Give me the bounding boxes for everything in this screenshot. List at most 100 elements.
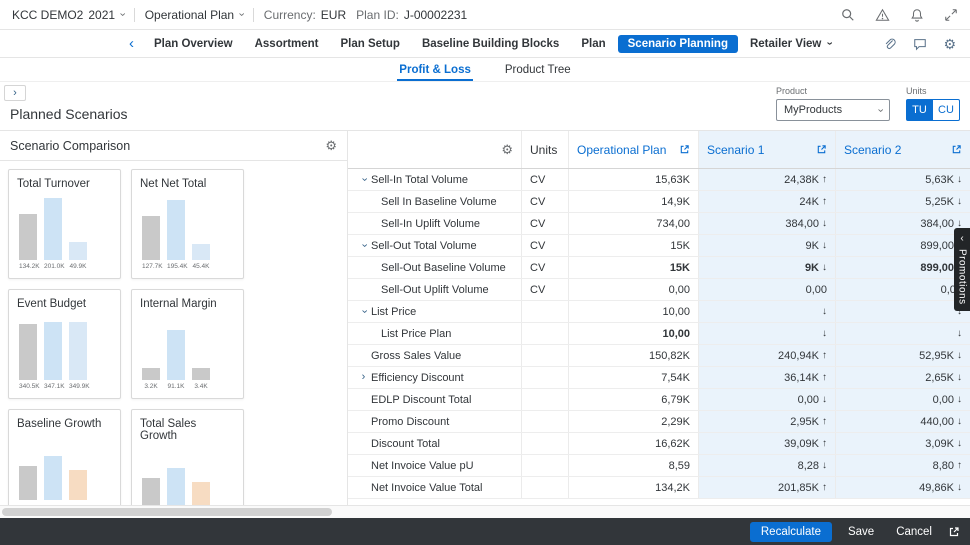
- open-in-new-icon: [679, 144, 690, 155]
- chevron-right-icon[interactable]: ›: [356, 372, 371, 383]
- row-label-cell: ›Sell-Out Total Volume: [348, 235, 521, 256]
- value: 3,09K: [925, 438, 954, 450]
- table-row-discount-total[interactable]: Discount Total16,62K39,09K↑3,09K↓: [348, 433, 970, 455]
- table-row-sell-in-uplift-volume[interactable]: Sell-In Uplift VolumeCV734,00384,00↓384,…: [348, 213, 970, 235]
- kpi-tile-baseline-growth[interactable]: Baseline Growth: [8, 409, 121, 505]
- settings-gear-icon[interactable]: ⚙: [943, 37, 956, 51]
- table-row-net-invoice-value-pu[interactable]: Net Invoice Value pU8,598,28↓8,80↑: [348, 455, 970, 477]
- kpi-tile-net-net-total[interactable]: Net Net Total127.7K195.4K45.4K: [131, 169, 244, 279]
- kpi-tile-internal-margin[interactable]: Internal Margin3.2K91.1K3.4K: [131, 289, 244, 399]
- tab-plan-overview[interactable]: Plan Overview: [144, 35, 243, 53]
- table-row-promo-discount[interactable]: Promo Discount2,29K2,95K↑440,00↓: [348, 411, 970, 433]
- save-button[interactable]: Save: [842, 522, 880, 542]
- comment-icon[interactable]: [913, 37, 927, 51]
- exit-fullscreen-icon[interactable]: [944, 8, 958, 22]
- units-tu-button[interactable]: TU: [906, 99, 933, 121]
- cell-units: [521, 345, 568, 366]
- trend-up-icon: ↑: [822, 482, 827, 493]
- trend-down-icon: ↓: [822, 262, 827, 273]
- cell-scenario-2: 384,00↓: [835, 213, 970, 234]
- table-row-gross-sales-value[interactable]: Gross Sales Value150,82K240,94K↑52,95K↓: [348, 345, 970, 367]
- cell-units: [521, 433, 568, 454]
- value: 0,00: [806, 284, 827, 296]
- value: 15K: [670, 240, 690, 252]
- search-icon[interactable]: [841, 8, 855, 22]
- table-row-net-invoice-value-total[interactable]: Net Invoice Value Total134,2K201,85K↑49,…: [348, 477, 970, 499]
- value: 10,00: [662, 328, 690, 340]
- cell-scenario-1: ↓: [698, 301, 835, 322]
- table-row-sell-out-baseline-volume[interactable]: Sell-Out Baseline VolumeCV15K9K↓899,00↓: [348, 257, 970, 279]
- kpi-tile-total-turnover[interactable]: Total Turnover134.2K201.0K49.9K: [8, 169, 121, 279]
- table-row-efficiency-discount[interactable]: ›Efficiency Discount7,54K36,14K↑2,65K↓: [348, 367, 970, 389]
- value: 2,29K: [661, 416, 690, 428]
- trend-down-icon: ↓: [822, 240, 827, 251]
- view-selector[interactable]: Operational Plan ›: [145, 8, 243, 22]
- tile-bar-chart: [17, 318, 112, 380]
- cell-operational-plan: 16,62K: [568, 433, 698, 454]
- cell-operational-plan: 8,59: [568, 455, 698, 476]
- bell-icon[interactable]: [910, 8, 924, 22]
- subtab-profit-loss[interactable]: Profit & Loss: [397, 64, 473, 81]
- bar: [192, 482, 210, 505]
- toolbar-controls: Product MyProducts › Units TU CU: [776, 86, 960, 121]
- tab-label: Scenario Planning: [628, 38, 728, 50]
- trend-down-icon: ↓: [957, 438, 962, 449]
- table-row-sell-in-baseline-volume[interactable]: Sell In Baseline VolumeCV14,9K24K↑5,25K↓: [348, 191, 970, 213]
- tab-assortment[interactable]: Assortment: [245, 35, 329, 53]
- scrollbar-thumb[interactable]: [2, 508, 332, 516]
- kpi-tile-event-budget[interactable]: Event Budget340.5K347.1K349.9K: [8, 289, 121, 399]
- promotions-side-tab[interactable]: ‹ Promotions: [954, 228, 970, 311]
- row-label-cell: List Price Plan: [348, 323, 521, 344]
- main-content: Scenario Comparison ⚙ Total Turnover134.…: [0, 130, 970, 505]
- header-operational-plan[interactable]: Operational Plan: [568, 131, 698, 168]
- horizontal-scrollbar[interactable]: [0, 505, 970, 518]
- chevron-down-icon[interactable]: ›: [356, 306, 371, 317]
- tab-baseline-building-blocks[interactable]: Baseline Building Blocks: [412, 35, 569, 53]
- product-select[interactable]: MyProducts ›: [776, 99, 890, 121]
- currency-value: EUR: [321, 8, 346, 22]
- chevron-down-icon[interactable]: ›: [356, 174, 371, 185]
- table-row-sell-out-uplift-volume[interactable]: Sell-Out Uplift VolumeCV0,000,000,00: [348, 279, 970, 301]
- header-scenario-2[interactable]: Scenario 2: [835, 131, 970, 168]
- table-body: ›Sell-In Total VolumeCV15,63K24,38K↑5,63…: [348, 169, 970, 499]
- table-row-list-price[interactable]: ›List Price10,00↓↓: [348, 301, 970, 323]
- subtab-product-tree[interactable]: Product Tree: [503, 64, 573, 81]
- trend-down-icon: ↓: [822, 394, 827, 405]
- cell-scenario-1: 384,00↓: [698, 213, 835, 234]
- recalculate-button[interactable]: Recalculate: [750, 522, 832, 542]
- value: 899,00: [920, 262, 954, 274]
- trend-up-icon: ↑: [822, 416, 827, 427]
- value: 384,00: [920, 218, 954, 230]
- table-row-sell-out-total-volume[interactable]: ›Sell-Out Total VolumeCV15K9K↓899,00↓: [348, 235, 970, 257]
- bar-value: 349.9K: [69, 383, 87, 390]
- row-label-cell: Promo Discount: [348, 411, 521, 432]
- row-label-cell: Sell In Baseline Volume: [348, 191, 521, 212]
- header-scenario-1[interactable]: Scenario 1: [698, 131, 835, 168]
- alert-icon[interactable]: [875, 8, 890, 22]
- table-row-sell-in-total-volume[interactable]: ›Sell-In Total VolumeCV15,63K24,38K↑5,63…: [348, 169, 970, 191]
- back-icon[interactable]: ‹: [129, 36, 134, 51]
- row-label: Discount Total: [371, 438, 440, 450]
- tab-plan-setup[interactable]: Plan Setup: [331, 35, 410, 53]
- chevron-down-icon: ›: [116, 13, 127, 17]
- tiles: Total Turnover134.2K201.0K49.9KNet Net T…: [0, 161, 347, 505]
- app-title-selector[interactable]: KCC DEMO2 2021 ›: [12, 8, 124, 22]
- units-cu-button[interactable]: CU: [933, 99, 960, 121]
- open-in-new-icon[interactable]: [948, 526, 960, 538]
- attachment-icon[interactable]: [883, 37, 897, 51]
- kpi-tile-total-sales-growth[interactable]: Total Sales Growth: [131, 409, 244, 505]
- expand-panel-icon[interactable]: ›: [4, 85, 26, 101]
- cell-operational-plan: 10,00: [568, 301, 698, 322]
- tab-scenario-planning[interactable]: Scenario Planning: [618, 35, 738, 53]
- tab-retailer-view[interactable]: Retailer View›: [740, 35, 841, 53]
- cancel-button[interactable]: Cancel: [890, 522, 938, 542]
- comparison-settings-gear-icon[interactable]: ⚙: [325, 139, 337, 152]
- table-row-list-price-plan[interactable]: List Price Plan10,00↓↓: [348, 323, 970, 345]
- tab-plan[interactable]: Plan: [571, 35, 615, 53]
- row-label-cell: Gross Sales Value: [348, 345, 521, 366]
- value: 201,85K: [778, 482, 819, 494]
- chevron-down-icon[interactable]: ›: [356, 240, 371, 251]
- table-row-edlp-discount-total[interactable]: EDLP Discount Total6,79K0,00↓0,00↓: [348, 389, 970, 411]
- bar-value: 127.7K: [142, 263, 160, 270]
- table-settings-gear-icon[interactable]: ⚙: [501, 143, 513, 156]
